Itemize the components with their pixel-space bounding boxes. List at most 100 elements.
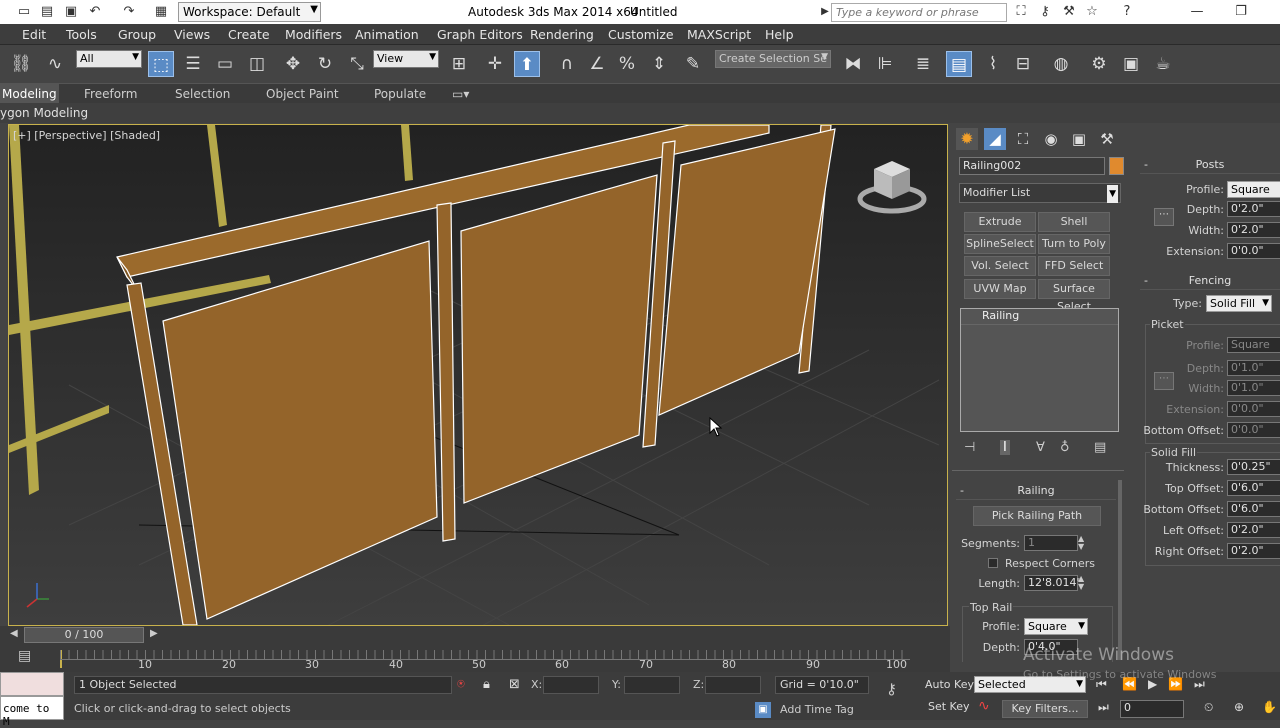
show-end-result-icon[interactable]: Ⅰ — [1000, 440, 1010, 455]
selection-filter-dropdown[interactable]: All ▼ — [76, 50, 142, 68]
picket-width-spinner[interactable]: 0'1.0" — [1227, 380, 1280, 396]
posts-width-spinner[interactable]: 0'2.0" — [1227, 222, 1280, 238]
percent-snap-icon[interactable]: % — [614, 51, 640, 77]
picket-profile-dropdown[interactable]: Square — [1227, 337, 1280, 353]
track-bar[interactable]: ▤ 10 20 30 40 50 60 70 80 90 100 — [0, 644, 950, 672]
save-icon[interactable]: ▣ — [62, 3, 80, 21]
reference-coordinate-dropdown[interactable]: View ▼ — [373, 50, 439, 68]
pan-icon[interactable]: ✋ — [1262, 700, 1277, 714]
remove-modifier-icon[interactable]: ♁ — [1060, 440, 1070, 455]
top-offset-spinner[interactable]: 0'6.0" — [1227, 480, 1280, 496]
spinner-arrows-icon[interactable]: ▲ ▼ — [1078, 535, 1084, 551]
mini-curve-editor-icon[interactable]: ▤ — [18, 648, 31, 664]
viewport-label[interactable]: [+] [Perspective] [Shaded] — [13, 129, 160, 142]
object-name-field[interactable]: Railing002 — [959, 157, 1105, 175]
left-offset-spinner[interactable]: 0'2.0" — [1227, 522, 1280, 538]
layer-explorer-icon[interactable]: ≣ — [910, 51, 936, 77]
menu-customize[interactable]: Customize — [608, 27, 674, 42]
modify-tab-icon[interactable]: ◢ — [984, 128, 1006, 150]
menu-group[interactable]: Group — [118, 27, 156, 42]
z-coordinate-field[interactable] — [705, 676, 761, 694]
workspace-dropdown[interactable]: Workspace: Default ▼ — [178, 2, 321, 22]
splineselect-button[interactable]: SplineSelect — [964, 234, 1036, 254]
pick-railing-path-button[interactable]: Pick Railing Path — [973, 506, 1101, 526]
key-mode-icon[interactable]: ∿ — [978, 698, 990, 714]
spinner-arrows-icon[interactable]: ▲ ▼ — [1078, 575, 1084, 591]
current-frame-field[interactable]: 0 — [1120, 700, 1184, 718]
search-input[interactable]: Type a keyword or phrase — [831, 3, 1007, 22]
help-icon[interactable]: ? — [1118, 3, 1136, 21]
maxscript-listener-pink[interactable] — [0, 672, 64, 696]
keyboard-shortcut-override-icon[interactable]: ⬆ — [514, 51, 540, 77]
binoculars-icon[interactable]: ⛶ — [1012, 3, 1030, 21]
select-manipulate-icon[interactable]: ✛ — [482, 51, 508, 77]
menu-views[interactable]: Views — [174, 27, 210, 42]
lock-selection-icon[interactable]: 🔒︎ — [483, 677, 490, 692]
move-icon[interactable]: ✥ — [280, 51, 306, 77]
menu-help[interactable]: Help — [765, 27, 794, 42]
panel-scrollbar[interactable] — [1118, 480, 1122, 660]
key-icon[interactable]: ⚷ — [1036, 3, 1054, 21]
segments-spinner[interactable]: 1 — [1024, 535, 1078, 551]
restore-icon[interactable]: ❐ — [1232, 3, 1250, 21]
redo-icon[interactable]: ↷ — [120, 3, 138, 21]
polygon-modeling-label[interactable]: ygon Modeling — [0, 106, 88, 120]
snaps-toggle-icon[interactable]: ∩ — [554, 51, 580, 77]
tab-modeling[interactable]: Modeling — [0, 84, 59, 104]
x-coordinate-field[interactable] — [543, 676, 599, 694]
modifier-list-dropdown[interactable]: Modifier List ▼ — [959, 183, 1121, 203]
menu-tools[interactable]: Tools — [66, 27, 97, 42]
utilities-tab-icon[interactable]: ⚒ — [1096, 128, 1118, 150]
posts-rollout-header[interactable]: - Posts — [1140, 158, 1280, 174]
time-slider[interactable]: ◀ 0 / 100 ▶ — [0, 626, 950, 644]
pin-stack-icon[interactable]: ⊣ — [964, 440, 975, 455]
shell-button[interactable]: Shell — [1038, 212, 1110, 232]
set-key-button[interactable]: Set Key — [928, 700, 970, 713]
named-selection-set-dropdown[interactable]: Create Selection Se ▼ — [715, 50, 831, 68]
menu-maxscript[interactable]: MAXScript — [687, 27, 751, 42]
tab-selection[interactable]: Selection — [175, 87, 230, 101]
align-icon[interactable]: ⊫ — [872, 51, 898, 77]
extrude-button[interactable]: Extrude — [964, 212, 1036, 232]
tab-freeform[interactable]: Freeform — [84, 87, 137, 101]
menu-create[interactable]: Create — [228, 27, 270, 42]
scene-explorer-icon[interactable]: ▤ — [946, 51, 972, 77]
pivot-center-icon[interactable]: ⊞ — [446, 51, 472, 77]
time-slider-thumb[interactable]: 0 / 100 — [24, 627, 144, 643]
menu-graph-editors[interactable]: Graph Editors — [437, 27, 523, 42]
bind-space-warp-icon[interactable]: ∿ — [42, 51, 68, 77]
make-unique-icon[interactable]: ∀ — [1036, 440, 1045, 455]
time-tag-icon[interactable]: ▣ — [755, 702, 771, 718]
rendered-frame-window-icon[interactable]: ▣ — [1118, 51, 1144, 77]
select-object-icon[interactable]: ⬚ — [148, 51, 174, 77]
posts-profile-dropdown[interactable]: Square — [1227, 181, 1280, 198]
render-production-icon[interactable]: ☕ — [1150, 51, 1176, 77]
tab-object-paint[interactable]: Object Paint — [266, 87, 339, 101]
posts-extension-spinner[interactable]: 0'0.0" — [1227, 243, 1280, 259]
set-key-icon[interactable]: ⚷ — [886, 680, 897, 698]
tools-icon[interactable]: ⚒ — [1060, 3, 1078, 21]
absolute-mode-icon[interactable]: ⊠ — [509, 677, 520, 692]
bottom-offset-spinner[interactable]: 0'6.0" — [1227, 501, 1280, 517]
auto-key-button[interactable]: Auto Key — [925, 678, 974, 691]
scale-icon[interactable]: ⤡ — [344, 51, 370, 77]
viewcube-icon[interactable] — [854, 155, 932, 221]
menu-rendering[interactable]: Rendering — [530, 27, 594, 42]
star-icon[interactable]: ☆ — [1083, 3, 1101, 21]
surface-select-button[interactable]: Surface Select — [1038, 279, 1110, 313]
create-tab-icon[interactable]: ✹ — [956, 128, 978, 150]
zoom-icon[interactable]: ⊕ — [1234, 700, 1244, 714]
minimize-icon[interactable]: — — [1188, 3, 1206, 21]
next-frame-icon[interactable]: ▶ — [150, 628, 158, 639]
vol-select-button[interactable]: Vol. Select — [964, 256, 1036, 276]
curve-editor-icon[interactable]: ⌇ — [980, 51, 1006, 77]
schematic-view-icon[interactable]: ⊟ — [1010, 51, 1036, 77]
posts-depth-spinner[interactable]: 0'2.0" — [1227, 201, 1280, 217]
y-coordinate-field[interactable] — [624, 676, 680, 694]
rotate-icon[interactable]: ↻ — [312, 51, 338, 77]
prev-frame-icon[interactable]: ◀ — [10, 628, 18, 639]
object-color-swatch[interactable] — [1109, 157, 1124, 175]
picket-extension-spinner[interactable]: 0'0.0" — [1227, 401, 1280, 417]
select-by-name-icon[interactable]: ☰ — [180, 51, 206, 77]
modifier-stack[interactable]: Railing — [960, 308, 1119, 432]
